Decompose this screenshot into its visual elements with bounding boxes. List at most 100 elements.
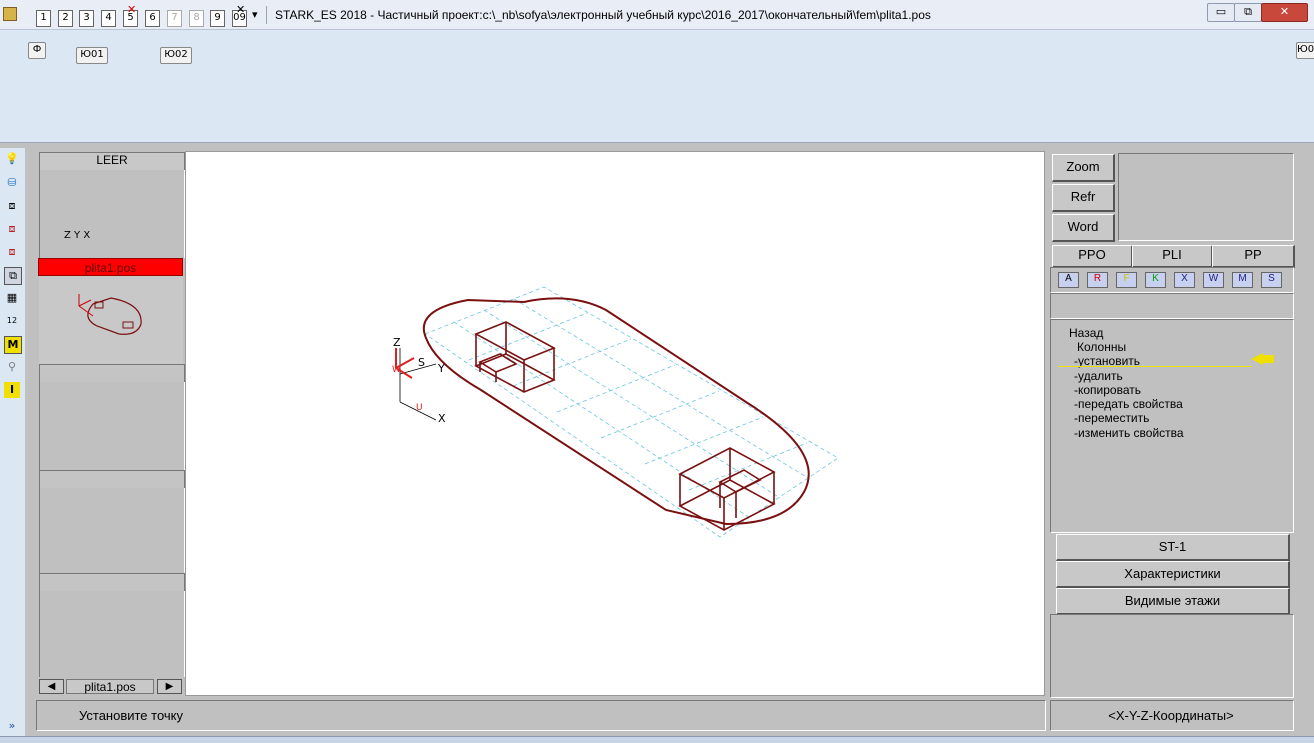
title-separator — [266, 6, 267, 24]
column-group-1 — [474, 321, 556, 393]
leer-slot[interactable]: Z Y X — [39, 170, 185, 258]
nav-file-label: plita1.pos — [66, 679, 154, 694]
refr-button[interactable]: Refr — [1052, 184, 1115, 212]
word-button[interactable]: Word — [1052, 214, 1115, 242]
yu02-button[interactable]: Ю02 — [160, 47, 192, 64]
minimize-button[interactable]: ▭ — [1207, 3, 1235, 22]
axis-gizmo: Z Y X S W U — [392, 336, 446, 425]
axis-w-label: W — [392, 365, 401, 375]
grid-icon[interactable]: ▦ — [4, 290, 20, 306]
lightbulb-icon[interactable]: 💡 — [4, 151, 20, 167]
toolbar-button-label: 1 — [36, 10, 51, 27]
empty-slot-2[interactable] — [39, 488, 185, 573]
delete-mark-icon: ✕ — [127, 3, 137, 16]
material-icon[interactable]: M — [4, 336, 22, 354]
preview-box — [1118, 153, 1294, 241]
view-xz-icon[interactable]: ⧈ — [4, 221, 20, 237]
toolbar-button-10[interactable]: 09 ✕ — [230, 4, 248, 27]
file-thumbnail[interactable] — [39, 276, 183, 364]
yu0-button-right[interactable]: Ю0 — [1296, 42, 1314, 59]
menu-back[interactable]: Назад — [1069, 326, 1103, 340]
active-arrow-tail — [1262, 355, 1274, 363]
phi-button[interactable]: Ф — [28, 42, 46, 59]
slab-grid — [424, 286, 839, 538]
toolbar-button-label: 8 — [189, 10, 204, 27]
axis-y-label: Y — [437, 362, 445, 375]
file-slot-active[interactable]: plita1.pos — [38, 258, 183, 276]
active-item-underline — [1058, 366, 1252, 367]
window-title: STARK_ES 2018 - Частичный проект:c:\_nb\… — [275, 8, 931, 22]
zoom-button[interactable]: Zoom — [1052, 154, 1115, 182]
view-yz-icon[interactable]: ⧈ — [4, 244, 20, 260]
expand-icon[interactable]: » — [4, 718, 20, 734]
flag-m[interactable]: M — [1232, 272, 1253, 288]
empty-slot-1[interactable] — [39, 382, 185, 470]
drawing-canvas[interactable]: Z Y X S W U — [185, 151, 1045, 696]
menu-item-copy[interactable]: -копировать — [1074, 383, 1141, 397]
toolbar-button-label: 6 — [145, 10, 160, 27]
toolbar-button-6[interactable]: 6 — [143, 6, 161, 27]
menu-item-transfer-props[interactable]: -передать свойства — [1074, 397, 1183, 411]
toolbar-button-3[interactable]: 3 — [77, 6, 95, 27]
menu-group-columns[interactable]: Колонны — [1077, 340, 1126, 354]
beam-icon[interactable]: I — [4, 382, 20, 398]
menu-item-delete[interactable]: -удалить — [1074, 369, 1123, 383]
flag-k[interactable]: K — [1145, 272, 1166, 288]
st1-button[interactable]: ST-1 — [1056, 534, 1290, 561]
toolbar-button-label: 3 — [79, 10, 94, 27]
characteristics-button[interactable]: Характеристики — [1056, 561, 1290, 588]
toolbar-chevron-icon[interactable]: ▾ — [252, 8, 258, 21]
visible-floors-button[interactable]: Видимые этажи — [1056, 588, 1290, 615]
menu-item-change-props[interactable]: -изменить свойства — [1074, 426, 1184, 440]
tab-pli[interactable]: PLI — [1132, 245, 1213, 268]
close-button[interactable]: ✕ — [1261, 3, 1308, 22]
database-icon[interactable]: ⛁ — [4, 175, 20, 191]
pin-icon[interactable]: ⚲ — [4, 359, 20, 375]
slot-divider-3 — [39, 573, 185, 593]
view-xy-icon[interactable]: ⧈ — [4, 198, 20, 214]
axis-z-label: Z — [393, 336, 401, 349]
toolbar-button-1[interactable]: 1 — [34, 6, 52, 27]
numbers-icon[interactable]: 12 — [4, 313, 20, 329]
toolbar-button-4[interactable]: 4 — [99, 6, 117, 27]
yu01-button[interactable]: Ю01 — [76, 47, 108, 64]
status-prompt-bar — [36, 700, 1046, 731]
axis-u-label: U — [416, 403, 423, 413]
nav-next-button[interactable]: ▶ — [157, 679, 182, 694]
flag-a[interactable]: A — [1058, 272, 1079, 288]
coords-label: <X-Y-Z-Координаты> — [1108, 708, 1234, 723]
toolbar-button-label: 2 — [58, 10, 73, 27]
slot-axes-text: Z Y X — [64, 230, 90, 241]
flag-w[interactable]: W — [1203, 272, 1224, 288]
toolbar-area: Ф Ю01 Ю02 Ю0 — [0, 30, 1314, 143]
view-3d-icon[interactable]: ⧉ — [4, 267, 22, 285]
leer-header[interactable]: LEER — [39, 152, 185, 171]
tab-ppo[interactable]: PPO — [1052, 245, 1133, 268]
axis-x-label: X — [438, 412, 446, 425]
toolbar-button-5[interactable]: 5 ✕ — [121, 3, 139, 27]
empty-slot-3[interactable] — [39, 591, 185, 677]
flag-x[interactable]: X — [1174, 272, 1195, 288]
slot-divider-1 — [39, 364, 185, 384]
info-strip — [1050, 293, 1294, 319]
column-group-2 — [678, 447, 776, 531]
flag-f[interactable]: F — [1116, 272, 1137, 288]
toolbar-button-9[interactable]: 9 — [208, 6, 226, 27]
menu-item-move[interactable]: -переместить — [1074, 411, 1149, 425]
toolbar-button-7[interactable]: 7 — [165, 6, 183, 27]
slot-axes-icon: Z Y X — [64, 230, 90, 241]
slot-divider-2 — [39, 470, 185, 490]
toolbar-button-2[interactable]: 2 — [56, 6, 74, 27]
restore-button[interactable]: ⧉ — [1234, 3, 1262, 22]
tab-pp[interactable]: PP — [1212, 245, 1295, 268]
toolbar-button-label: 9 — [210, 10, 225, 27]
axis-s-label: S — [418, 356, 425, 369]
toolbar-button-label: 4 — [101, 10, 116, 27]
status-prompt: Установите точку — [79, 708, 184, 723]
nav-prev-button[interactable]: ◀ — [39, 679, 64, 694]
flag-r[interactable]: R — [1087, 272, 1108, 288]
left-tool-strip: 💡 ⛁ ⧈ ⧈ ⧈ ⧉ ▦ 12 M ⚲ I » — [0, 148, 25, 743]
app-icon[interactable] — [3, 7, 17, 21]
flag-s[interactable]: S — [1261, 272, 1282, 288]
toolbar-button-8[interactable]: 8 — [187, 6, 205, 27]
